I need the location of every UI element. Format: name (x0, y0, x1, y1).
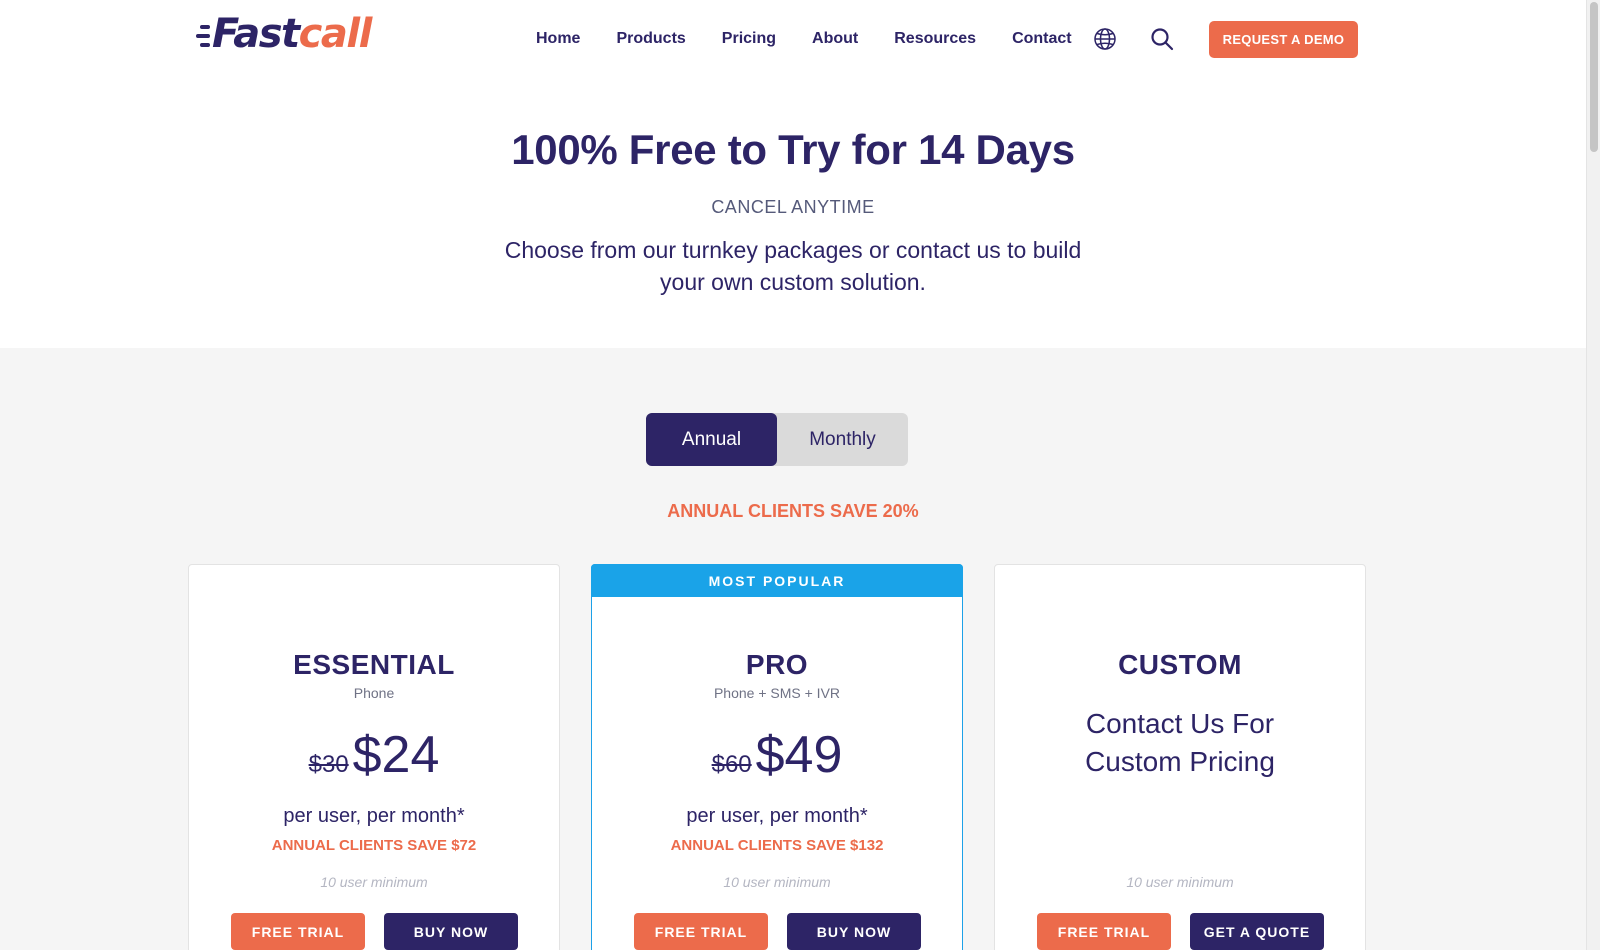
site-header: Fastcall Home Products Pricing About Res… (0, 0, 1586, 80)
search-icon[interactable] (1147, 24, 1177, 54)
main-nav: Home Products Pricing About Resources Co… (536, 26, 1108, 52)
buy-now-button[interactable]: BUY NOW (384, 913, 518, 950)
current-price: $24 (352, 726, 440, 784)
billing-toggle: Annual Monthly (646, 413, 908, 466)
price-row: $60 $49 (592, 725, 962, 785)
plan-savings: ANNUAL CLIENTS SAVE $132 (670, 837, 884, 854)
plan-subtitle: Phone (353, 685, 395, 701)
get-quote-button[interactable]: GET A QUOTE (1190, 913, 1324, 950)
plan-title: CUSTOM (1118, 649, 1242, 680)
nav-pricing[interactable]: Pricing (722, 30, 776, 48)
page-scrollbar[interactable] (1586, 0, 1600, 950)
price-row: $30 $24 (189, 725, 559, 785)
hero-description: Choose from our turnkey packages or cont… (504, 237, 1082, 295)
plan-title: PRO (745, 649, 809, 680)
hero-section: 100% Free to Try for 14 Days CANCEL ANYT… (0, 80, 1586, 348)
fastcall-logo[interactable]: Fastcall (196, 10, 373, 58)
plan-card-pro: MOST POPULAR PRO Phone + SMS + IVR $60 $… (591, 564, 963, 950)
minimum-note: 10 user minimum (1126, 874, 1234, 890)
minimum-note: 10 user minimum (723, 874, 831, 890)
plan-savings: ANNUAL CLIENTS SAVE $72 (271, 837, 477, 854)
plan-card-custom: CUSTOM Contact Us For Custom Pricing 10 … (994, 564, 1366, 950)
contact-pricing-text: Contact Us For Custom Pricing (1085, 708, 1275, 777)
plan-title: ESSENTIAL (293, 649, 455, 680)
logo-text-fast: Fast (212, 11, 300, 57)
toggle-annual[interactable]: Annual (646, 413, 777, 466)
free-trial-button[interactable]: FREE TRIAL (634, 913, 768, 950)
nav-products[interactable]: Products (616, 30, 685, 48)
scrollbar-thumb[interactable] (1590, 2, 1598, 152)
old-price: $30 (308, 751, 349, 778)
plan-card-essential: ESSENTIAL Phone $30 $24 per user, per mo… (188, 564, 560, 950)
plan-subtitle: Phone + SMS + IVR (713, 685, 841, 701)
page-title: 100% Free to Try for 14 Days (511, 126, 1075, 173)
old-price: $60 (711, 751, 752, 778)
price-unit: per user, per month* (283, 805, 465, 827)
hero-subtitle: CANCEL ANYTIME (711, 197, 875, 217)
free-trial-button[interactable]: FREE TRIAL (1037, 913, 1171, 950)
free-trial-button[interactable]: FREE TRIAL (231, 913, 365, 950)
current-price: $49 (755, 726, 843, 784)
nav-home[interactable]: Home (536, 30, 580, 48)
pricing-section: Annual Monthly ANNUAL CLIENTS SAVE 20% E… (0, 348, 1586, 950)
nav-about[interactable]: About (812, 30, 858, 48)
nav-contact[interactable]: Contact (1012, 30, 1072, 48)
nav-resources[interactable]: Resources (894, 30, 976, 48)
price-unit: per user, per month* (686, 805, 868, 827)
annual-save-note: ANNUAL CLIENTS SAVE 20% (667, 501, 919, 521)
logo-text-call: call (298, 11, 373, 57)
globe-icon[interactable] (1090, 24, 1120, 54)
minimum-note: 10 user minimum (320, 874, 428, 890)
logo-speed-lines-icon (196, 25, 210, 47)
toggle-monthly[interactable]: Monthly (777, 413, 908, 466)
buy-now-button[interactable]: BUY NOW (787, 913, 921, 950)
request-demo-button[interactable]: REQUEST A DEMO (1209, 21, 1358, 58)
most-popular-badge: MOST POPULAR (591, 564, 963, 597)
